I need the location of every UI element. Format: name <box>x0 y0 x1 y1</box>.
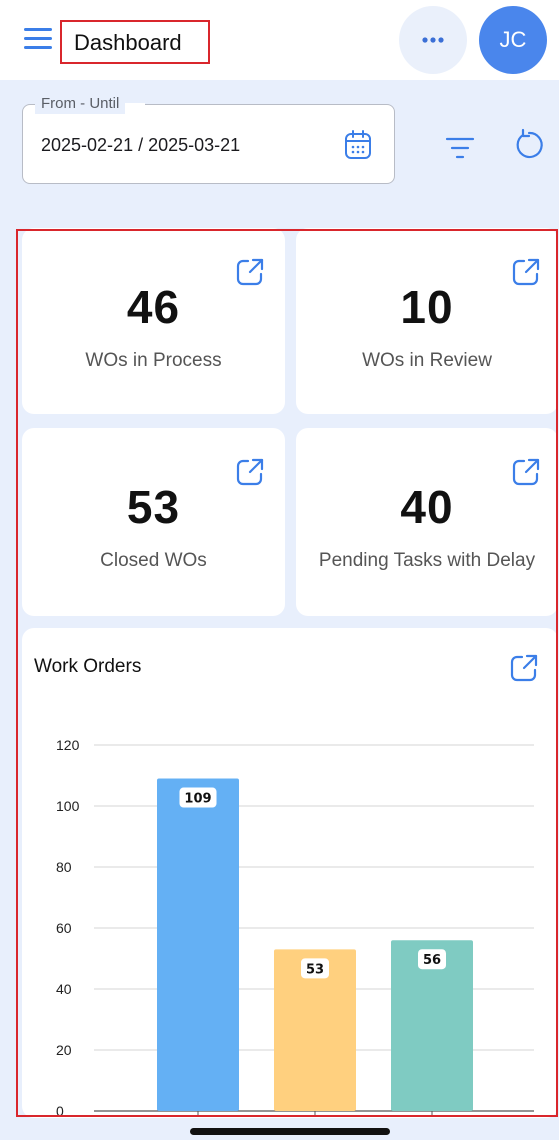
page-title-box: Dashboard <box>60 20 210 64</box>
page-title: Dashboard <box>74 30 182 55</box>
home-indicator <box>190 1128 390 1135</box>
date-range-label: From - Until <box>35 94 126 114</box>
filter-icon[interactable] <box>445 135 475 161</box>
app-header: Dashboard JC <box>0 0 559 80</box>
refresh-icon[interactable] <box>512 128 546 162</box>
calendar-icon[interactable] <box>343 129 373 161</box>
avatar[interactable]: JC <box>479 6 547 74</box>
highlight-region <box>16 229 558 1117</box>
date-range-value: 2025-02-21 / 2025-03-21 <box>41 135 241 155</box>
date-range-field[interactable]: From - Until 2025-02-21 / 2025-03-21 <box>22 94 395 184</box>
more-button[interactable] <box>399 6 467 74</box>
hamburger-menu-icon[interactable] <box>24 28 52 54</box>
more-horizontal-icon <box>422 37 444 43</box>
